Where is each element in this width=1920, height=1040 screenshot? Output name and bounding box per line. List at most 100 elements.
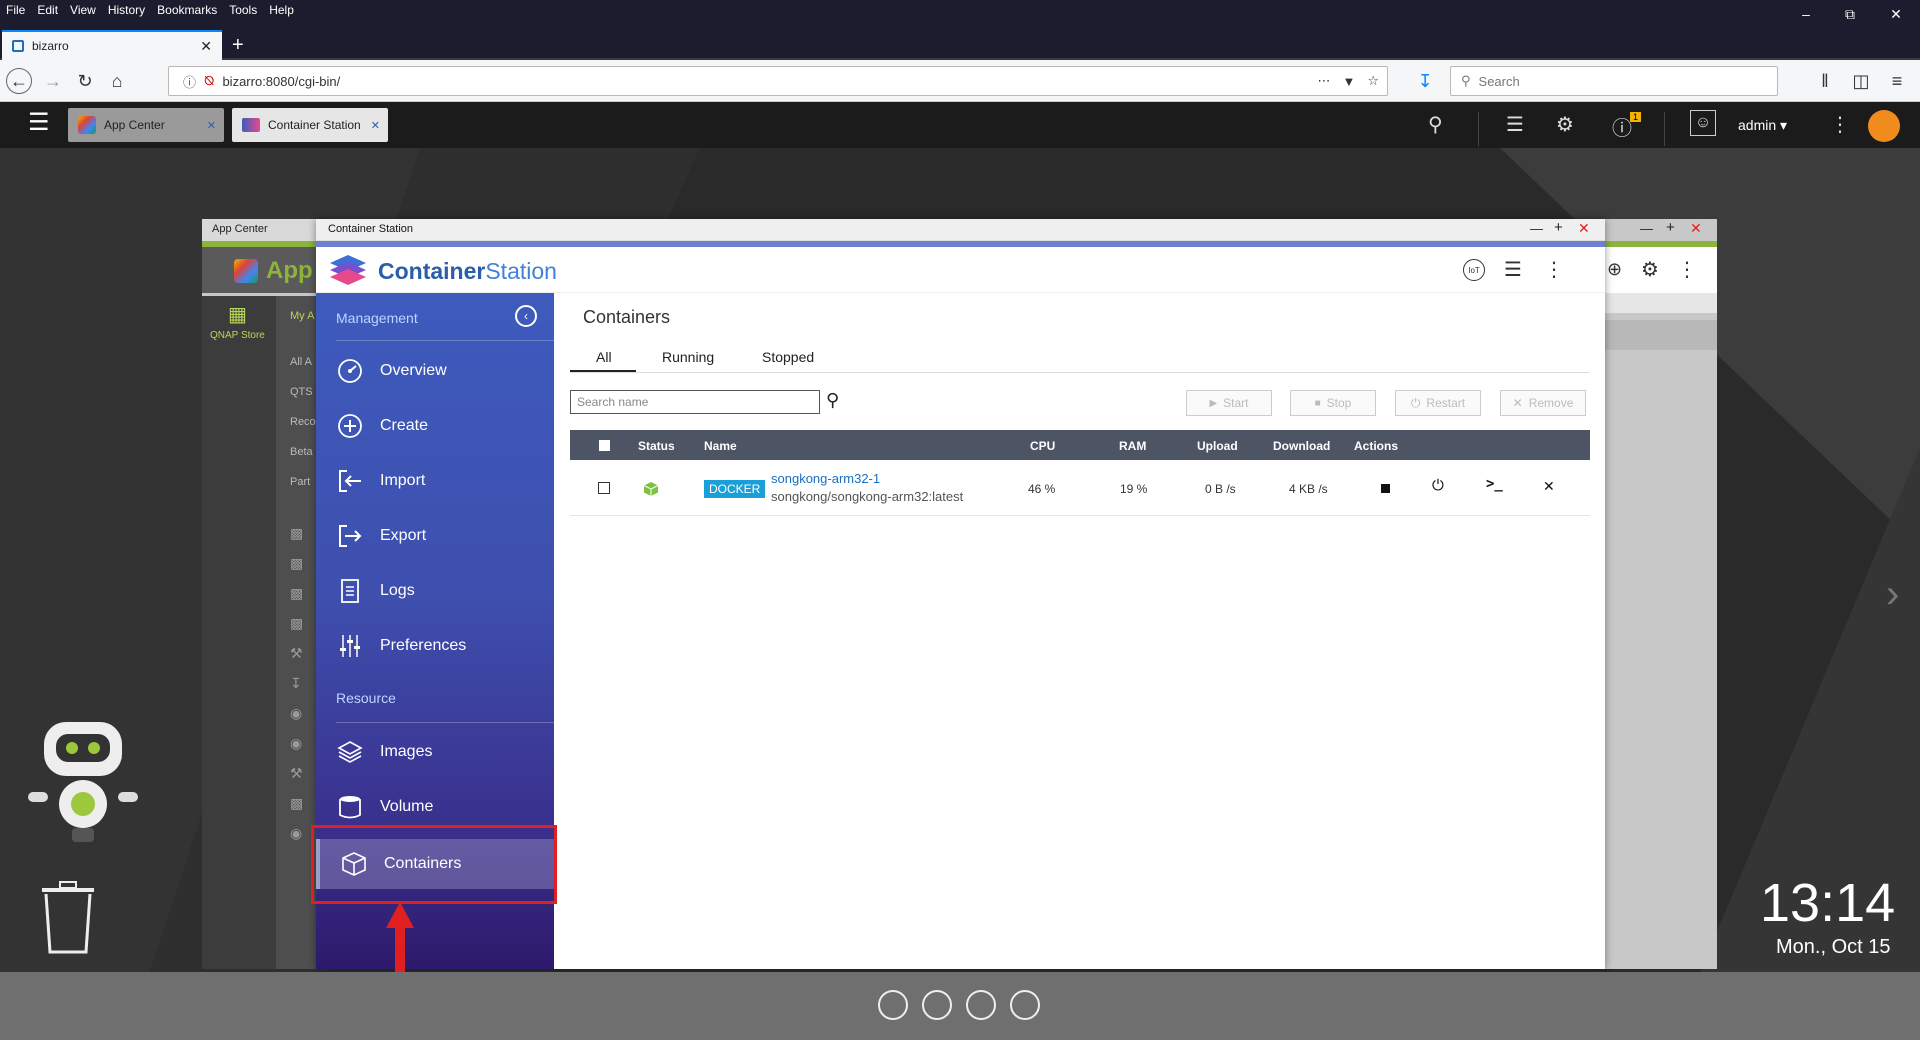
dock-tools-icon[interactable] <box>922 990 952 1020</box>
category-recommended[interactable]: Reco <box>290 416 316 428</box>
back-icon[interactable]: ← <box>6 68 32 94</box>
browser-menu-icon[interactable]: ≡ <box>1884 68 1910 94</box>
settings-gear-icon[interactable]: ⚙ <box>1641 257 1659 282</box>
dock-notes-icon[interactable] <box>1010 990 1040 1020</box>
forward-icon[interactable]: → <box>40 68 66 94</box>
remove-container-icon[interactable]: ✕ <box>1543 478 1555 495</box>
stop-container-icon[interactable] <box>1381 484 1390 493</box>
sidebar-item-preferences[interactable]: Preferences <box>316 623 554 669</box>
menu-help[interactable]: Help <box>269 3 294 17</box>
cs-more-icon[interactable]: ⋮ <box>1544 257 1564 282</box>
menu-edit[interactable]: Edit <box>37 3 58 17</box>
category-beta[interactable]: Beta <box>290 446 313 458</box>
search-icon[interactable]: ⚲ <box>826 390 839 411</box>
close-window-icon[interactable]: ✕ <box>1876 0 1916 28</box>
category-qts[interactable]: QTS <box>290 386 313 398</box>
restore-window-icon[interactable]: ⧉ <box>1830 0 1870 28</box>
restart-button[interactable]: ⏻ Restart <box>1395 390 1481 416</box>
sidebar-item-logs[interactable]: Logs <box>316 568 554 614</box>
app-center-close-icon[interactable]: ✕ <box>1690 220 1702 237</box>
menu-bookmarks[interactable]: Bookmarks <box>157 3 217 17</box>
column-upload[interactable]: Upload <box>1197 439 1238 453</box>
start-button[interactable]: ▶ Start <box>1186 390 1272 416</box>
menu-tools[interactable]: Tools <box>229 3 257 17</box>
qnap-store-icon[interactable]: ▦ <box>228 302 247 327</box>
row-checkbox[interactable] <box>598 482 610 494</box>
library-icon[interactable]: ‖ <box>1812 68 1838 94</box>
close-tab-icon[interactable]: ✕ <box>371 119 380 132</box>
dock-panels-icon[interactable] <box>966 990 996 1020</box>
my-apps-label[interactable]: My A <box>290 310 314 322</box>
external-device-icon[interactable]: ⚙ <box>1556 112 1574 137</box>
menu-history[interactable]: History <box>108 3 145 17</box>
close-tab-icon[interactable]: ✕ <box>207 119 216 132</box>
terminal-icon[interactable]: >_ <box>1486 476 1503 492</box>
download-icon[interactable]: ↧ <box>1412 68 1438 94</box>
column-cpu[interactable]: CPU <box>1030 439 1055 453</box>
cs-minimize-icon[interactable]: — <box>1530 221 1543 236</box>
remove-button[interactable]: ✕ Remove <box>1500 390 1586 416</box>
app-center-maximize-icon[interactable]: + <box>1666 219 1675 236</box>
info-icon[interactable]: ⓘ <box>183 72 196 91</box>
sidebar-item-overview[interactable]: Overview <box>316 348 554 394</box>
cs-maximize-icon[interactable]: + <box>1554 219 1563 236</box>
more-options-icon[interactable]: ⋮ <box>1830 112 1850 137</box>
menu-view[interactable]: View <box>70 3 96 17</box>
iot-icon[interactable]: IoT <box>1463 259 1485 281</box>
qts-tab-container-station[interactable]: Container Station ✕ <box>232 108 388 142</box>
qts-search-icon[interactable]: ⚲ <box>1428 112 1443 137</box>
background-tasks-icon[interactable]: ☰ <box>1506 112 1524 137</box>
minimize-window-icon[interactable]: – <box>1786 0 1826 28</box>
container-name-link[interactable]: songkong-arm32-1 <box>771 471 880 486</box>
close-tab-icon[interactable]: ✕ <box>200 38 212 55</box>
search-name-input[interactable]: Search name <box>570 390 820 414</box>
tab-all[interactable]: All <box>596 349 612 365</box>
url-text[interactable]: bizarro:8080/cgi-bin/ <box>222 74 1317 89</box>
new-tab-icon[interactable]: + <box>232 34 244 57</box>
dock-cloud-icon[interactable] <box>878 990 908 1020</box>
category-all[interactable]: All A <box>290 356 312 368</box>
sidebar-item-volume[interactable]: Volume <box>316 784 554 830</box>
event-notifications-icon[interactable]: ⓘ <box>1612 112 1632 141</box>
sidebar-item-label: Overview <box>380 362 447 379</box>
background-tasks-icon[interactable]: ☰ <box>1504 257 1522 282</box>
qts-tab-app-center[interactable]: App Center ✕ <box>68 108 224 142</box>
column-ram[interactable]: RAM <box>1119 439 1146 453</box>
app-center-minimize-icon[interactable]: — <box>1640 221 1653 236</box>
tab-stopped[interactable]: Stopped <box>762 349 814 365</box>
sidebar-item-create[interactable]: Create <box>316 403 554 449</box>
select-all-checkbox[interactable] <box>599 440 610 451</box>
user-avatar-icon[interactable]: ☺ <box>1690 110 1716 136</box>
sidebar-item-import[interactable]: Import <box>316 458 554 504</box>
restart-container-icon[interactable]: ⏻ <box>1432 477 1444 494</box>
next-page-icon[interactable]: › <box>1886 572 1899 617</box>
column-name[interactable]: Name <box>704 439 737 453</box>
qnap-store-label[interactable]: QNAP Store <box>210 330 265 341</box>
url-bar[interactable]: ⓘ ⦰ bizarro:8080/cgi-bin/ ⋯ ▼ ☆ <box>168 66 1388 96</box>
page-actions-icon[interactable]: ⋯ <box>1317 73 1330 89</box>
tab-running[interactable]: Running <box>662 349 714 365</box>
user-menu[interactable]: admin ▾ <box>1738 117 1787 134</box>
home-icon[interactable]: ⌂ <box>104 68 130 94</box>
browser-tab[interactable]: bizarro ✕ <box>2 30 222 60</box>
column-status[interactable]: Status <box>638 439 675 453</box>
bookmark-star-icon[interactable]: ☆ <box>1367 73 1379 89</box>
trash-icon[interactable] <box>38 880 98 956</box>
sidebar-item-export[interactable]: Export <box>316 513 554 559</box>
pocket-icon[interactable]: ▼ <box>1342 74 1355 89</box>
category-partners[interactable]: Part <box>290 476 310 488</box>
qts-main-menu-icon[interactable]: ☰ <box>28 108 50 137</box>
add-app-icon[interactable]: ⊕ <box>1607 259 1622 280</box>
cs-close-icon[interactable]: ✕ <box>1578 220 1590 237</box>
app-center-more-icon[interactable]: ⋮ <box>1677 257 1697 282</box>
menu-file[interactable]: File <box>6 3 25 17</box>
stop-button[interactable]: ■ Stop <box>1290 390 1376 416</box>
reload-icon[interactable]: ↻ <box>72 68 98 94</box>
dashboard-icon[interactable] <box>1868 110 1900 142</box>
collapse-sidebar-icon[interactable]: ‹ <box>515 305 537 327</box>
browser-search-input[interactable]: ⚲ Search <box>1450 66 1778 96</box>
column-download[interactable]: Download <box>1273 439 1330 453</box>
sidebar-item-images[interactable]: Images <box>316 729 554 775</box>
robot-assistant-icon[interactable] <box>28 718 138 848</box>
sidebar-toggle-icon[interactable]: ◫ <box>1848 68 1874 94</box>
